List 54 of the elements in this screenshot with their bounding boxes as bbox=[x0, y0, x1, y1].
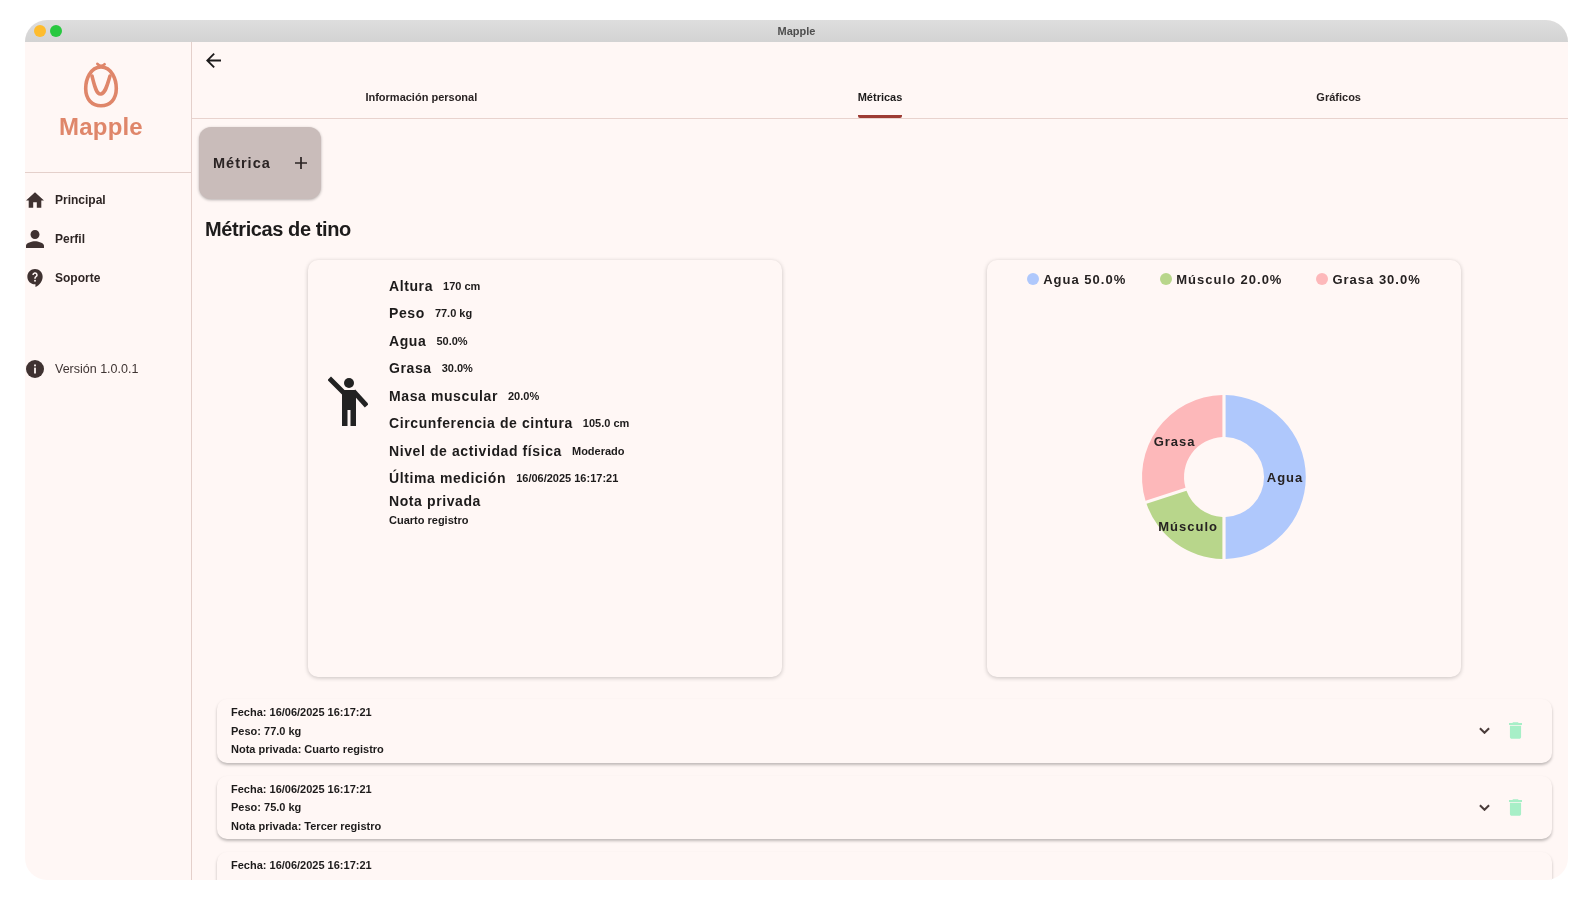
legend-label: Grasa 30.0% bbox=[1332, 271, 1421, 287]
metric-label: Circunferencia de cintura bbox=[389, 415, 573, 432]
person-waving-icon bbox=[328, 376, 368, 426]
metric-label: Nivel de actividad física bbox=[389, 442, 562, 459]
record-weight: Peso: 75.0 kg bbox=[231, 800, 302, 815]
person-icon bbox=[26, 229, 44, 248]
nav-item[interactable]: Principal bbox=[25, 180, 191, 219]
slice-label: Grasa bbox=[1153, 433, 1196, 449]
record-date: Fecha: 16/06/2025 16:17:21 bbox=[231, 705, 372, 720]
metric-label: Nota privada bbox=[389, 492, 481, 510]
record-date: Fecha: 16/06/2025 16:17:21 bbox=[231, 781, 372, 797]
metric-value: 77.0 kg bbox=[434, 307, 473, 320]
metric-value: 20.0% bbox=[507, 389, 540, 402]
chevron-down-icon bbox=[1479, 727, 1490, 735]
page-heading: Métricas de tino bbox=[205, 217, 351, 241]
metric-label: Masa muscular bbox=[389, 387, 498, 404]
metric-label: Grasa bbox=[389, 360, 432, 377]
tab[interactable]: Métricas bbox=[650, 78, 1110, 118]
logo-icon bbox=[83, 61, 119, 109]
zoom-button[interactable] bbox=[50, 25, 62, 37]
metric-value: 170 cm bbox=[443, 279, 481, 292]
record-weight: Peso: 77.0 kg bbox=[231, 723, 302, 739]
brand-name: Mapple bbox=[59, 114, 143, 140]
metric-value: 30.0% bbox=[441, 362, 473, 375]
home-icon bbox=[26, 190, 44, 209]
legend-label: Agua 50.0% bbox=[1043, 271, 1127, 287]
nav-item[interactable]: Perfil bbox=[25, 219, 191, 258]
slice-label: Agua bbox=[1266, 469, 1304, 484]
arrow-left-icon bbox=[205, 52, 221, 68]
window-title: Mapple bbox=[777, 25, 816, 37]
metric-label: Última medición bbox=[389, 470, 507, 487]
slice-label: Músculo bbox=[1158, 518, 1218, 534]
add-metric-button[interactable]: Métrica bbox=[199, 127, 321, 199]
version-text: Versión 1.0.0.1 bbox=[55, 362, 139, 376]
metric-value: Cuarto registro bbox=[389, 513, 469, 528]
metric-label: Altura bbox=[389, 277, 434, 294]
record-note: Nota privada: Cuarto registro bbox=[231, 742, 384, 757]
tab[interactable]: Gráficos bbox=[1109, 78, 1568, 118]
metric-label: Peso bbox=[389, 305, 425, 322]
trash-icon bbox=[1509, 722, 1522, 740]
legend-label: Músculo 20.0% bbox=[1176, 271, 1283, 287]
metric-value: Moderado bbox=[571, 444, 625, 457]
metric-label: Agua bbox=[389, 332, 427, 349]
metric-value: 105.0 cm bbox=[582, 417, 630, 430]
record-note: Nota privada: Tercer registro bbox=[231, 818, 382, 834]
metric-value: 16/06/2025 16:17:21 bbox=[516, 472, 619, 485]
trash-icon bbox=[1509, 798, 1522, 816]
tab[interactable]: Información personal bbox=[192, 78, 651, 118]
record-date: Fecha: 16/06/2025 16:17:21 bbox=[231, 858, 372, 873]
nav-item[interactable]: Soporte bbox=[25, 258, 191, 297]
metric-value: 50.0% bbox=[436, 334, 468, 347]
plus-icon bbox=[295, 157, 307, 169]
minimize-button[interactable] bbox=[34, 25, 46, 37]
chevron-down-icon bbox=[1479, 803, 1490, 811]
